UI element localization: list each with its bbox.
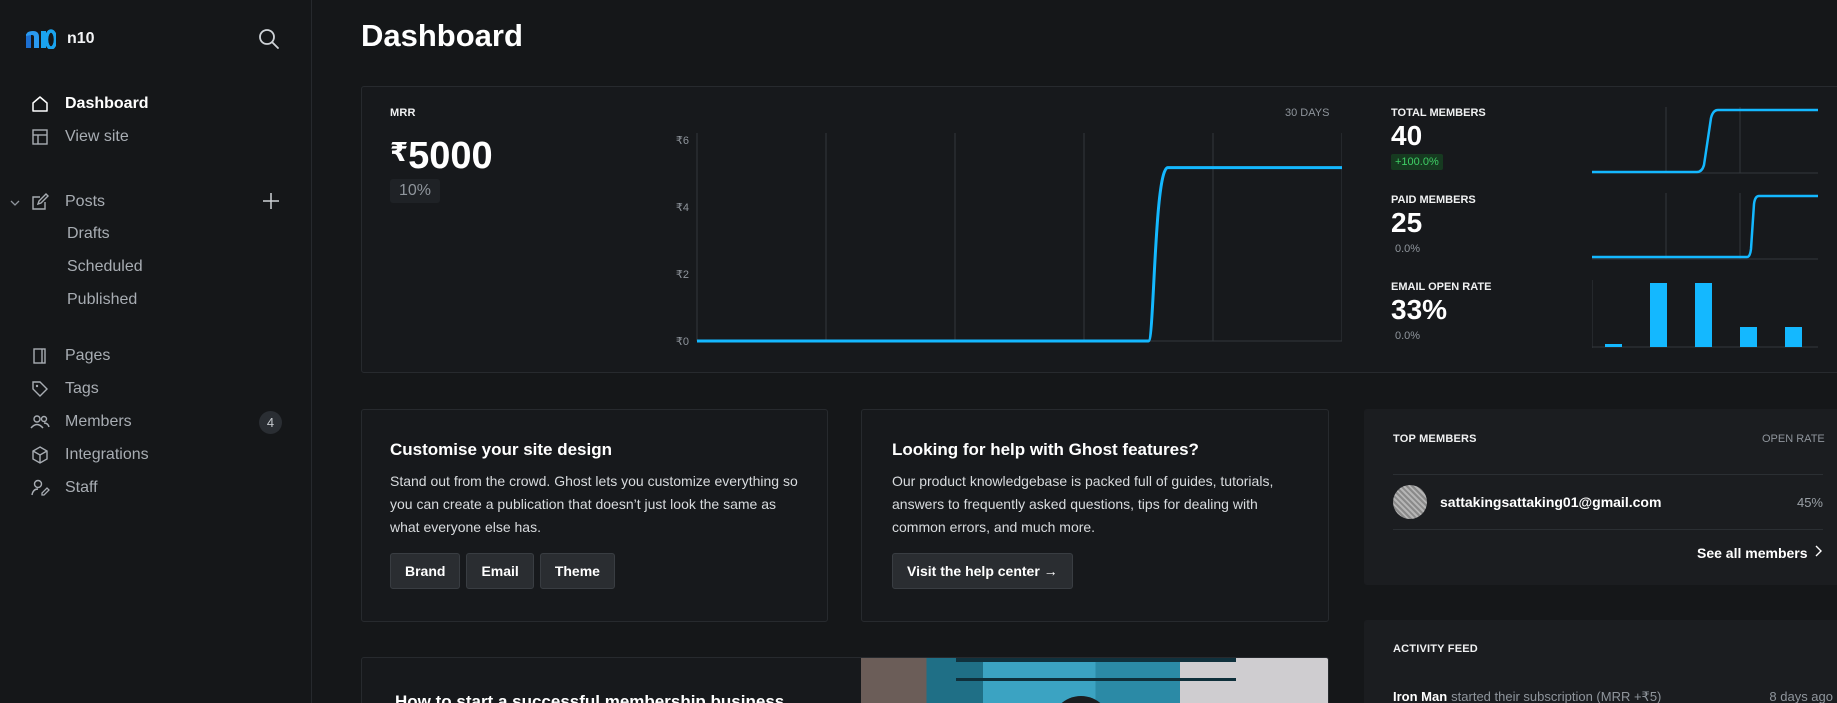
stat-delta: 0.0% xyxy=(1395,243,1421,255)
sidebar-item-label: Pages xyxy=(65,347,111,364)
stat-delta: +100.0% xyxy=(1391,154,1443,170)
metrics-card: MRR ₹ 5000 10% 30 DAYS ₹0 ₹2 ₹4 ₹6 TOTAL… xyxy=(361,86,1837,373)
stat-delta: 0.0% xyxy=(1395,330,1421,342)
visit-help-center-button[interactable]: Visit the help center → xyxy=(892,553,1073,589)
page-title: Dashboard xyxy=(361,18,523,53)
activity-member-name: Iron Man xyxy=(1393,689,1448,703)
sidebar-item-label: Dashboard xyxy=(65,95,149,112)
article-image xyxy=(861,658,1328,703)
stat-total-members[interactable]: TOTAL MEMBERS 40 +100.0% xyxy=(1391,107,1486,170)
sidebar-item-tags[interactable]: Tags xyxy=(30,377,292,401)
stat-label: PAID MEMBERS xyxy=(1391,194,1476,206)
app: n10 Dashboard View site Posts Drafts Sch… xyxy=(0,0,1837,703)
range-label[interactable]: 30 DAYS xyxy=(1285,107,1329,119)
mrr-value: ₹ 5000 xyxy=(390,135,493,178)
tag-icon xyxy=(30,379,50,399)
sidebar-item-label: Staff xyxy=(65,479,98,496)
article-card[interactable]: How to start a successful membership bus… xyxy=(361,657,1329,703)
top-members-title: TOP MEMBERS xyxy=(1393,433,1477,445)
sidebar-item-label: Posts xyxy=(65,193,106,210)
activity-feed-card: ACTIVITY FEED Iron Man started their sub… xyxy=(1364,620,1837,703)
sidebar-item-dashboard[interactable]: Dashboard xyxy=(30,92,292,116)
y-axis-ticks: ₹0 ₹2 ₹4 ₹6 xyxy=(676,135,689,348)
member-open-rate: 45% xyxy=(1796,494,1823,510)
sidebar-item-label: Tags xyxy=(65,380,99,397)
sidebar-item-integrations[interactable]: Integrations xyxy=(30,443,292,467)
staff-icon xyxy=(30,478,50,498)
help-card: Looking for help with Ghost features? Ou… xyxy=(861,409,1329,622)
theme-button[interactable]: Theme xyxy=(539,553,615,589)
sidebar-item-scheduled[interactable]: Scheduled xyxy=(67,258,143,276)
y-tick-label: ₹6 xyxy=(676,135,689,147)
add-post-icon[interactable] xyxy=(261,191,281,211)
site-name: n10 xyxy=(67,30,95,47)
sidebar-item-members[interactable]: Members xyxy=(30,410,292,434)
stat-paid-members[interactable]: PAID MEMBERS 25 0.0% xyxy=(1391,194,1476,257)
mrr-label: MRR xyxy=(390,107,416,119)
email-open-rate-bars xyxy=(1592,280,1818,348)
stat-label: EMAIL OPEN RATE xyxy=(1391,281,1492,293)
layout-icon xyxy=(30,127,50,147)
avatar xyxy=(1393,485,1427,519)
see-all-members-link[interactable]: See all members xyxy=(1697,544,1822,562)
stat-value: 25 xyxy=(1391,207,1423,238)
y-tick-label: ₹4 xyxy=(676,202,689,214)
open-rate-header: OPEN RATE xyxy=(1762,433,1825,445)
customise-design-card: Customise your site design Stand out fro… xyxy=(361,409,828,622)
article-title: How to start a successful membership bus… xyxy=(395,692,785,703)
email-button[interactable]: Email xyxy=(466,553,534,589)
sidebar-item-label: Integrations xyxy=(65,446,149,463)
sidebar-item-view-site[interactable]: View site xyxy=(30,125,292,149)
card-actions: Visit the help center → xyxy=(892,553,1300,589)
brand-button[interactable]: Brand xyxy=(390,553,461,589)
sidebar-item-drafts[interactable]: Drafts xyxy=(67,225,110,243)
chart-grid xyxy=(696,133,1342,342)
chevron-right-icon xyxy=(1814,544,1822,562)
page-icon xyxy=(30,346,50,366)
site-logo xyxy=(26,28,56,50)
edit-icon xyxy=(30,192,50,212)
sidebar: n10 Dashboard View site Posts Drafts Sch… xyxy=(0,0,312,703)
see-all-label: See all members xyxy=(1697,545,1808,561)
cube-icon xyxy=(30,445,50,465)
card-actions: Brand Email Theme xyxy=(390,553,799,589)
y-tick-label: ₹2 xyxy=(676,269,689,281)
total-members-sparkline xyxy=(1592,107,1818,174)
sidebar-item-published[interactable]: Published xyxy=(67,291,137,309)
stat-email-open-rate[interactable]: EMAIL OPEN RATE 33% 0.0% xyxy=(1391,281,1491,344)
search-icon[interactable] xyxy=(257,27,281,51)
activity-time: 8 days ago xyxy=(1769,689,1833,703)
y-tick-label: ₹0 xyxy=(676,336,689,348)
activity-item[interactable]: Iron Man started their subscription (MRR… xyxy=(1393,689,1833,703)
chevron-down-icon[interactable] xyxy=(8,196,22,210)
sidebar-item-pages[interactable]: Pages xyxy=(30,344,292,368)
home-icon xyxy=(30,94,50,114)
sidebar-item-staff[interactable]: Staff xyxy=(30,476,292,500)
member-email: sattakingsattaking01@gmail.com xyxy=(1440,494,1662,510)
member-row[interactable]: sattakingsattaking01@gmail.com 45% xyxy=(1393,474,1823,530)
card-body: Stand out from the crowd. Ghost lets you… xyxy=(390,473,798,535)
mrr-chart: ₹0 ₹2 ₹4 ₹6 xyxy=(676,133,1342,348)
mrr-series-line xyxy=(697,166,1342,343)
sidebar-item-posts[interactable]: Posts xyxy=(30,190,292,214)
members-icon xyxy=(30,412,50,432)
card-body: Our product knowledgebase is packed full… xyxy=(892,473,1274,535)
sidebar-item-label: View site xyxy=(65,128,129,145)
brand[interactable]: n10 xyxy=(26,28,95,50)
activity-feed-title: ACTIVITY FEED xyxy=(1393,643,1478,655)
members-count-badge: 4 xyxy=(259,411,282,434)
currency-symbol: ₹ xyxy=(390,137,409,167)
card-title: Customise your site design xyxy=(390,440,612,459)
stat-value: 40 xyxy=(1391,120,1423,151)
stat-value: 33% xyxy=(1391,294,1448,325)
mrr-amount: 5000 xyxy=(408,135,493,177)
paid-members-sparkline xyxy=(1592,193,1818,260)
mrr-change: 10% xyxy=(390,179,441,203)
activity-text: started their subscription (MRR +₹5) xyxy=(1451,689,1662,703)
top-members-card: TOP MEMBERS OPEN RATE sattakingsattaking… xyxy=(1364,409,1837,585)
card-title: Looking for help with Ghost features? xyxy=(892,440,1199,459)
stat-label: TOTAL MEMBERS xyxy=(1391,107,1486,119)
sidebar-item-label: Members xyxy=(65,413,132,430)
